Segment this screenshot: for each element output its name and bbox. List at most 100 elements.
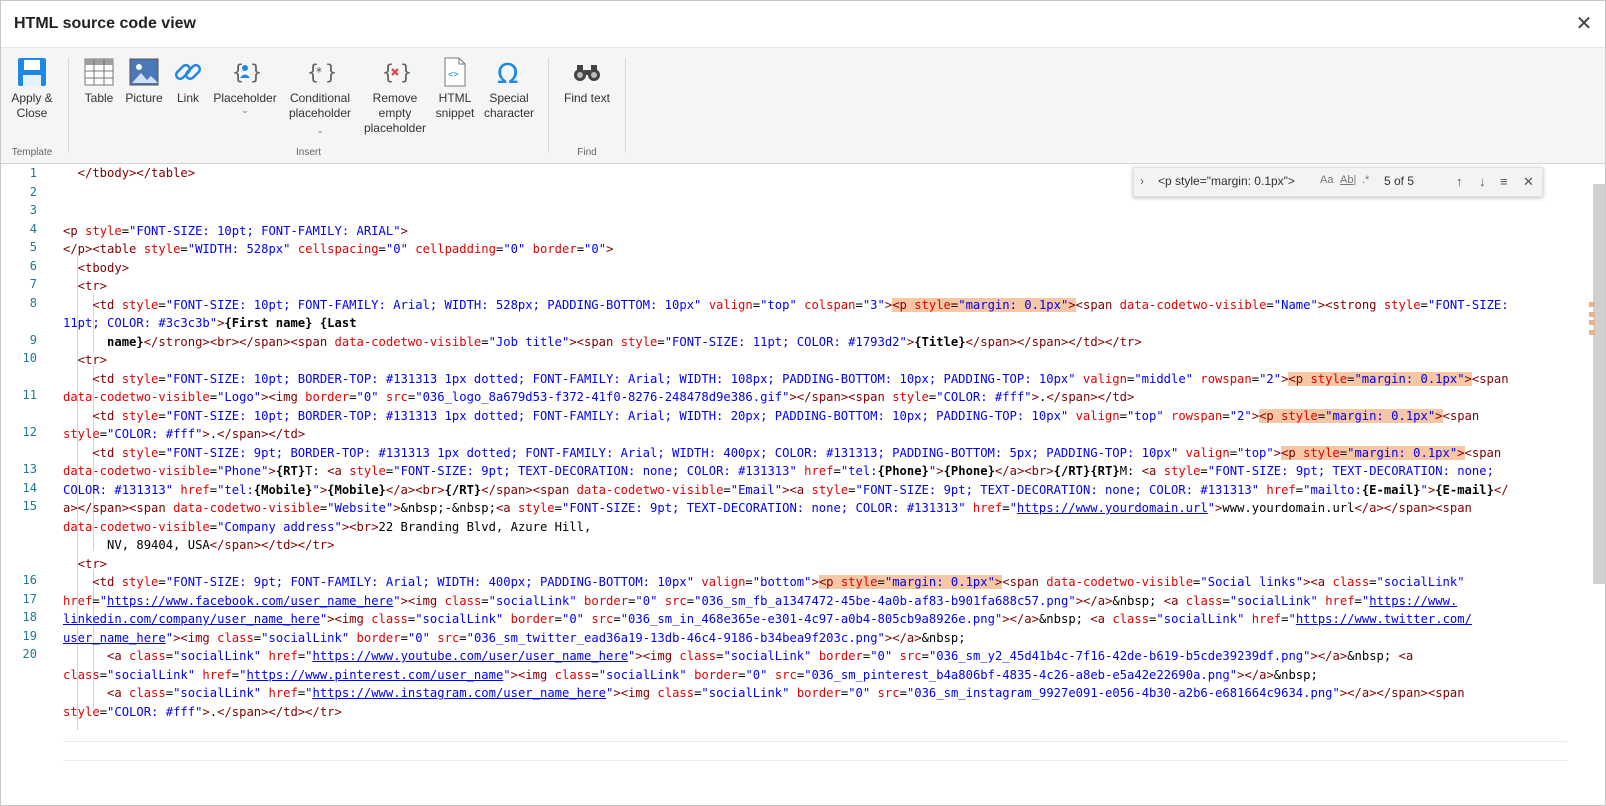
code-line[interactable]: style="COLOR: #fff">.</span></td></tr> (63, 703, 342, 722)
next-match-icon[interactable]: ↓ (1479, 174, 1486, 189)
code-token: = (1251, 371, 1260, 386)
code-token: </a></span><span (1354, 501, 1472, 515)
code-line[interactable]: <tr> (63, 555, 107, 574)
code-token: = (1229, 445, 1238, 460)
line-number-gutter: 1 2 3 4 5 6 7 8 9 10 11 12 13 14 15 16 17 18 19 20 (1, 164, 49, 805)
table-label: Table (84, 91, 114, 105)
code-token: <a (327, 464, 350, 478)
code-token: "Website" (327, 501, 394, 515)
code-line[interactable]: data-codetwo-visible="Logo"><img border=… (63, 388, 1134, 407)
code-token: data-codetwo-visible (1119, 297, 1267, 312)
code-token: &nbsp; (921, 630, 966, 645)
code-token: ><img (635, 649, 680, 663)
code-line[interactable]: 11pt; COLOR: #3c3c3b">{First name} {Last (63, 314, 357, 333)
code-token: "socialLink" (1156, 612, 1245, 626)
special-character-label-2: character (483, 106, 535, 120)
code-line[interactable]: </tbody></table> (63, 164, 195, 183)
line-number: 2 (29, 184, 37, 199)
code-line[interactable]: <td style="FONT-SIZE: 9pt; BORDER-TOP: #… (63, 444, 1501, 463)
code-line[interactable]: <tr> (63, 277, 107, 296)
code-token: = (1420, 297, 1428, 312)
code-line[interactable]: class="socialLink" href="https://www.pin… (63, 666, 1318, 685)
search-match: "margin: 0.1px" (884, 575, 995, 589)
remove-placeholder-icon: {} (382, 60, 411, 84)
previous-match-icon[interactable]: ↑ (1456, 174, 1463, 189)
apply-close-button[interactable]: Apply & Close (7, 56, 57, 121)
code-token: valign (1075, 371, 1127, 386)
match-count: 5 of 5 (1384, 174, 1415, 188)
code-token: " (1009, 501, 1017, 515)
code-token: = (554, 501, 562, 515)
code-editor[interactable]: 1 2 3 4 5 6 7 8 9 10 11 12 13 14 15 16 17 18 19 20 <p style… (1, 164, 1605, 805)
table-button[interactable]: Table (81, 56, 117, 106)
svg-text:Ω: Ω (497, 57, 518, 88)
code-line[interactable]: href="https://www.facebook.com/user_name… (63, 592, 1457, 611)
code-token: <tr> (63, 279, 108, 293)
find-text-button[interactable]: Find text (557, 56, 617, 106)
link-button[interactable]: Link (171, 56, 205, 106)
special-character-button[interactable]: Ω Special character (483, 56, 535, 121)
code-token: > (202, 704, 210, 719)
code-token: src (378, 390, 408, 404)
code-line[interactable]: style="COLOR: #fff">.</span></td> (63, 425, 305, 444)
search-match: style (1303, 445, 1340, 460)
code-line[interactable]: </p><table style="WIDTH: 528px" cellspac… (63, 240, 613, 259)
code-token: "0" (562, 612, 585, 626)
code-line[interactable]: a></span><span data-codetwo-visible = "Web… (63, 499, 1472, 518)
code-line[interactable]: <a class="socialLink" href="https://www.… (63, 684, 1465, 703)
code-token: = (921, 649, 929, 663)
code-line[interactable]: <td style="FONT-SIZE: 10pt; FONT-FAMILY:… (63, 296, 1509, 315)
code-line[interactable]: COLOR: #131313" href="tel:{Mobile}">{Mob… (63, 481, 1509, 500)
group-label-insert: Insert (295, 147, 321, 158)
code-line[interactable]: <p style="FONT-SIZE: 10pt; FONT-FAMILY: … (63, 222, 408, 241)
code-token: = (99, 667, 108, 682)
remove-empty-placeholder-button[interactable]: {} Remove empty placeholder (363, 56, 427, 136)
code-token: </span></td></tr> (209, 538, 335, 552)
find-input[interactable]: <p style="margin: 0.1px"> (1158, 174, 1318, 188)
code-line[interactable]: <tr> (63, 351, 107, 370)
code-line[interactable]: NV, 89404, USA</span></td></tr> (63, 536, 335, 555)
code-token: = (481, 334, 489, 349)
conditional-placeholder-button[interactable]: {} * Conditional placeholder ⌄ (285, 56, 355, 138)
search-match: = (1317, 408, 1326, 423)
code-token: data-codetwo-visible (1046, 575, 1194, 589)
html-snippet-button[interactable]: <> HTML snippet (433, 56, 477, 121)
code-token: <td (63, 445, 122, 460)
toggle-replace-icon[interactable]: › (1140, 174, 1144, 188)
close-button[interactable]: ✕ (1573, 13, 1595, 35)
code-token: "FONT-SIZE: 10pt; BORDER-TOP: #131313 1p… (165, 408, 1069, 423)
code-line[interactable]: <td style="FONT-SIZE: 10pt; BORDER-TOP: … (63, 407, 1479, 426)
code-token: &nbsp; (1347, 649, 1399, 663)
code-line[interactable]: data-codetwo-visible="Company address"><… (63, 518, 591, 537)
code-line[interactable]: <td style="FONT-SIZE: 9pt; FONT-FAMILY: … (63, 573, 1465, 592)
code-token: "socialLink" (701, 686, 790, 700)
placeholder-button[interactable]: {} Placeholder ⌄ (211, 56, 279, 115)
code-line[interactable]: name}</strong><br></span><span data-code… (63, 333, 1142, 352)
close-find-icon[interactable]: ✕ (1523, 174, 1534, 190)
match-case-icon[interactable]: Aa (1320, 174, 1333, 186)
code-line[interactable]: user_name_here"><img class="socialLink" … (63, 629, 966, 648)
code-token: COLOR: #131313" (63, 482, 174, 497)
code-token: > (811, 575, 819, 589)
code-token: " (1207, 501, 1216, 515)
code-line[interactable]: <tbody> (63, 259, 129, 278)
find-in-selection-icon[interactable]: ≡ (1500, 174, 1508, 189)
picture-button[interactable]: Picture (123, 56, 165, 106)
search-match: = (1339, 445, 1348, 460)
search-match: <p (818, 575, 841, 589)
code-token: = (855, 297, 863, 312)
code-token: ></a> (884, 630, 922, 645)
vertical-scrollbar-thumb[interactable] (1593, 184, 1605, 584)
code-line[interactable]: data-codetwo-visible="Phone">{RT}T: <a s… (63, 462, 1494, 481)
whole-word-icon[interactable]: Ab| (1340, 174, 1356, 186)
code-token: <tbody> (63, 260, 130, 275)
code-line[interactable]: <td style="FONT-SIZE: 10pt; BORDER-TOP: … (63, 370, 1509, 389)
code-token: <td (63, 408, 122, 423)
code-token: "socialLink" (261, 630, 350, 645)
code-token: <a (1141, 464, 1164, 478)
regex-icon[interactable]: .* (1362, 174, 1369, 186)
code-token: "FONT-SIZE: 9pt; TEXT-DECORATION: none; … (855, 482, 1260, 497)
code-line[interactable]: <a class="socialLink" href="https://www.… (63, 647, 1413, 666)
table-icon (84, 58, 114, 86)
code-line[interactable]: linkedin.com/company/user_name_here " ><im… (63, 610, 1472, 629)
